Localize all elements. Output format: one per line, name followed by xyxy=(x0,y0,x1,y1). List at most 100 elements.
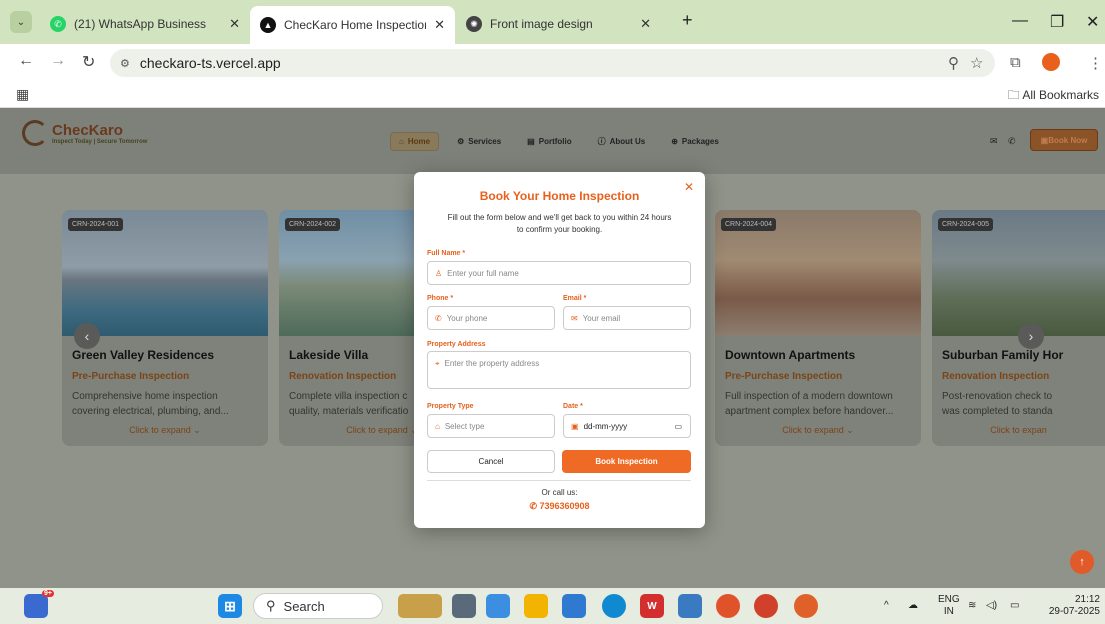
chrome-icon[interactable] xyxy=(794,594,818,618)
nav-packages[interactable]: ⊕ Packages xyxy=(663,132,727,151)
url-text: checkaro-ts.vercel.app xyxy=(139,55,281,71)
phone-link[interactable]: ✆ 7396360908 xyxy=(414,501,705,512)
placeholder: Select type xyxy=(444,421,485,431)
close-icon[interactable]: ✕ xyxy=(640,16,651,32)
main-nav: ⌂ Home ⚙ Services ▤ Portfolio ⓘ About Us ⊕ Pa… xyxy=(390,132,727,151)
app-icon[interactable] xyxy=(678,594,702,618)
restore-icon[interactable]: ❐ xyxy=(1050,12,1064,32)
all-bookmarks-label: All Bookmarks xyxy=(1022,88,1099,102)
card-image: CRN-2024-004 xyxy=(715,210,921,336)
card-expand-link[interactable]: Click to expan xyxy=(932,419,1105,435)
book-now-button[interactable]: ▣ Book Now xyxy=(1030,129,1098,151)
browser-tab-strip: ⌄ ✆ (21) WhatsApp Business ✕ ▲ ChecKaro … xyxy=(0,0,1105,44)
book-inspection-button[interactable]: Book Inspection xyxy=(562,450,691,473)
cloud-icon[interactable]: ☁ xyxy=(908,600,918,612)
card-desc: Full inspection of a modern downtown xyxy=(725,391,893,402)
volume-icon[interactable]: ◁) xyxy=(986,600,997,612)
back-icon[interactable]: ← xyxy=(18,52,34,70)
cancel-button[interactable]: Cancel xyxy=(427,450,555,473)
date-field[interactable]: ▣ dd-mm-yyyy ▭ xyxy=(563,414,691,438)
menu-icon[interactable]: ⋮ xyxy=(1088,54,1103,72)
subtitle-line: to confirm your booking. xyxy=(516,225,603,234)
phone-label: Phone * xyxy=(427,295,454,302)
star-icon[interactable]: ☆ xyxy=(970,54,983,72)
battery-icon[interactable]: ▭ xyxy=(1010,600,1019,612)
language-indicator[interactable]: ENG IN xyxy=(938,594,960,618)
home-icon: ⌂ xyxy=(399,137,404,146)
minimize-icon[interactable]: — xyxy=(1012,12,1028,30)
tab-label: (21) WhatsApp Business xyxy=(74,17,207,31)
card-code-badge: CRN-2024-005 xyxy=(938,218,994,231)
book-now-label: Book Now xyxy=(1048,135,1088,145)
tab-label: ChecKaro Home Inspection - In xyxy=(284,18,427,32)
all-bookmarks[interactable]: 🗀 All Bookmarks xyxy=(1008,86,1099,107)
project-card[interactable]: CRN-2024-004 Downtown Apartments Pre-Pur… xyxy=(715,210,921,446)
modal-subtitle: Fill out the form below and we'll get ba… xyxy=(428,212,691,236)
card-expand-link[interactable]: Click to expand ⌄ xyxy=(715,419,921,436)
tab-whatsapp[interactable]: ✆ (21) WhatsApp Business ✕ xyxy=(40,8,250,40)
folder-icon: 🗀 xyxy=(1007,88,1023,102)
property-type-label: Property Type xyxy=(427,403,474,410)
mail-icon: ✉ xyxy=(571,313,578,323)
nav-about[interactable]: ⓘ About Us xyxy=(590,132,654,151)
apps-grid-icon[interactable]: ▦ xyxy=(16,86,29,103)
browser-toolbar: ← → ↻ ⚙ checkaro-ts.vercel.app ⚲ ☆ ⧉ ⋮ xyxy=(0,44,1105,80)
notification-badge: 9+ xyxy=(42,590,54,597)
phone-field[interactable]: ✆ Your phone xyxy=(427,306,555,330)
nav-portfolio[interactable]: ▤ Portfolio xyxy=(519,132,579,151)
copilot-icon[interactable] xyxy=(486,594,510,618)
nav-services[interactable]: ⚙ Services xyxy=(449,132,509,151)
carousel-next-button[interactable]: › xyxy=(1018,323,1044,349)
file-explorer-icon[interactable] xyxy=(524,594,548,618)
wifi-icon[interactable]: ≋ xyxy=(968,600,976,612)
project-card[interactable]: CRN-2024-005 Suburban Family Hor Renovat… xyxy=(932,210,1105,446)
chrome-icon[interactable] xyxy=(716,594,740,618)
site-info-icon[interactable]: ⚙ xyxy=(120,57,130,70)
date-label: Date * xyxy=(563,403,583,410)
wps-icon[interactable]: W xyxy=(640,594,664,618)
chrome-icon[interactable] xyxy=(754,594,778,618)
search-icon: ⚲ xyxy=(266,598,276,613)
edge-icon[interactable] xyxy=(602,594,626,618)
carousel-prev-button[interactable]: ‹ xyxy=(74,323,100,349)
profile-avatar[interactable] xyxy=(1042,53,1060,71)
widgets-icon[interactable] xyxy=(398,594,442,618)
tab-search-icon[interactable]: ⌄ xyxy=(10,11,32,33)
notification-app-icon[interactable]: 9+ xyxy=(24,590,54,618)
new-tab-button[interactable]: + xyxy=(682,10,693,31)
forward-icon[interactable]: → xyxy=(50,52,66,70)
card-expand-link[interactable]: Click to expand ⌄ xyxy=(62,419,268,436)
placeholder: Your phone xyxy=(446,313,488,323)
scroll-to-top-button[interactable]: ↑ xyxy=(1070,550,1094,574)
tab-checkaro[interactable]: ▲ ChecKaro Home Inspection - In ✕ xyxy=(250,6,455,44)
taskbar-search[interactable]: ⚲ Search xyxy=(253,593,383,619)
tab-label: Front image design xyxy=(490,17,593,31)
info-icon: ⓘ xyxy=(597,137,606,146)
address-bar[interactable]: ⚙ checkaro-ts.vercel.app xyxy=(110,49,995,77)
close-icon[interactable]: ✕ xyxy=(684,180,694,194)
property-type-select[interactable]: ⌂ Select type xyxy=(427,414,555,438)
brand-tagline: Inspect Today | Secure Tomorrow xyxy=(52,138,148,145)
card-desc: apartment complex before handover... xyxy=(725,406,894,417)
close-window-icon[interactable]: ✕ xyxy=(1086,12,1099,32)
nav-label: About Us xyxy=(609,137,646,146)
zoom-icon[interactable]: ⚲ xyxy=(948,54,959,72)
phone-icon[interactable]: ✆ xyxy=(1008,136,1016,147)
close-icon[interactable]: ✕ xyxy=(229,16,240,32)
close-icon[interactable]: ✕ xyxy=(434,17,445,33)
reload-icon[interactable]: ↻ xyxy=(82,52,95,72)
mail-icon[interactable]: ✉ xyxy=(990,136,998,147)
nav-home[interactable]: ⌂ Home xyxy=(390,132,440,151)
extensions-icon[interactable]: ⧉ xyxy=(1010,54,1021,71)
calendar-picker-icon[interactable]: ▭ xyxy=(674,422,682,431)
email-field[interactable]: ✉ Your email xyxy=(563,306,691,330)
task-view-icon[interactable] xyxy=(452,594,476,618)
site-logo[interactable]: ChecKaro Inspect Today | Secure Tomorrow xyxy=(22,120,147,146)
tab-front-image[interactable]: ✺ Front image design ✕ xyxy=(456,8,661,40)
chevron-up-icon[interactable]: ^ xyxy=(884,600,889,612)
windows-start-icon[interactable]: ⊞ xyxy=(218,594,242,618)
store-icon[interactable] xyxy=(562,594,586,618)
address-field[interactable]: ⌖ Enter the property address xyxy=(427,351,691,389)
clock[interactable]: 21:12 29-07-2025 xyxy=(1044,594,1100,618)
full-name-field[interactable]: ♙ Enter your full name xyxy=(427,261,691,285)
